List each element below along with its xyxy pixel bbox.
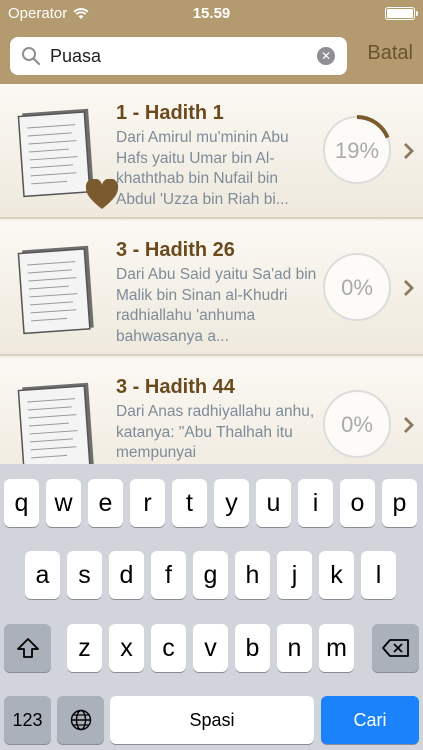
result-description: Dari Anas radhiyallahu anhu, katanya: "A…: [116, 403, 315, 461]
key-q[interactable]: q: [4, 479, 39, 527]
key-a[interactable]: a: [25, 551, 60, 599]
globe-key[interactable]: [57, 696, 104, 744]
space-key[interactable]: Spasi: [110, 696, 314, 744]
globe-icon: [70, 709, 91, 731]
status-bar: Operator 15.59: [0, 0, 423, 28]
key-k[interactable]: k: [319, 551, 354, 599]
shift-icon: [16, 638, 39, 658]
result-description: Dari Amirul mu'minin Abu Hafs yaitu Umar…: [116, 129, 289, 208]
key-h[interactable]: h: [235, 551, 270, 599]
progress-label: 0%: [341, 275, 373, 300]
key-r[interactable]: r: [130, 479, 165, 527]
key-d[interactable]: d: [109, 551, 144, 599]
backspace-key[interactable]: [372, 624, 419, 672]
keyboard: q w e r t y u i o p a s d f g h j k l z …: [0, 464, 423, 750]
key-p[interactable]: p: [382, 479, 417, 527]
key-f[interactable]: f: [151, 551, 186, 599]
shift-key[interactable]: [4, 624, 51, 672]
key-c[interactable]: c: [151, 624, 186, 672]
numbers-key[interactable]: 123: [4, 696, 51, 744]
progress-ring: 0%: [323, 390, 391, 458]
backspace-icon: [381, 639, 409, 657]
result-title: 3 - Hadith 44: [116, 376, 235, 398]
key-u[interactable]: u: [256, 479, 291, 527]
key-i[interactable]: i: [298, 479, 333, 527]
results-list: 1 - Hadith 1 Dari Amirul mu'minin Abu Ha…: [0, 84, 423, 464]
key-g[interactable]: g: [193, 551, 228, 599]
result-row[interactable]: 1 - Hadith 1 Dari Amirul mu'minin Abu Ha…: [0, 84, 423, 219]
key-s[interactable]: s: [67, 551, 102, 599]
key-t[interactable]: t: [172, 479, 207, 527]
key-l[interactable]: l: [361, 551, 396, 599]
result-title: 1 - Hadith 1: [116, 102, 224, 124]
key-n[interactable]: n: [277, 624, 312, 672]
key-z[interactable]: z: [67, 624, 102, 672]
key-x[interactable]: x: [109, 624, 144, 672]
progress-label: 0%: [341, 412, 373, 437]
document-thumbnail: [17, 382, 94, 464]
result-description: Dari Abu Said yaitu Sa'ad bin Malik bin …: [116, 266, 317, 345]
progress-label: 19%: [335, 138, 379, 163]
chevron-right-icon: [404, 417, 414, 433]
search-input[interactable]: [50, 45, 310, 67]
key-o[interactable]: o: [340, 479, 375, 527]
key-w[interactable]: w: [46, 479, 81, 527]
search-bar[interactable]: ✕: [10, 37, 347, 75]
document-thumbnail: [17, 245, 94, 335]
search-icon: [22, 47, 41, 66]
result-row[interactable]: 3 - Hadith 26 Dari Abu Said yaitu Sa'ad …: [0, 221, 423, 356]
result-row[interactable]: 3 - Hadith 44 Dari Anas radhiyallahu anh…: [0, 358, 423, 464]
progress-ring: 0%: [323, 253, 391, 321]
key-v[interactable]: v: [193, 624, 228, 672]
heart-icon[interactable]: [84, 179, 120, 211]
clear-search-icon[interactable]: ✕: [317, 47, 335, 65]
chevron-right-icon: [404, 143, 414, 159]
result-title: 3 - Hadith 26: [116, 239, 235, 261]
key-j[interactable]: j: [277, 551, 312, 599]
search-return-key[interactable]: Cari: [321, 696, 419, 744]
status-time: 15.59: [192, 5, 231, 22]
search-header: ✕ Batal: [0, 28, 423, 84]
progress-ring: 19%: [323, 115, 391, 184]
key-y[interactable]: y: [214, 479, 249, 527]
cancel-button[interactable]: Batal: [367, 42, 413, 65]
key-b[interactable]: b: [235, 624, 270, 672]
key-m[interactable]: m: [319, 624, 354, 672]
battery-icon: [385, 7, 418, 20]
key-e[interactable]: e: [88, 479, 123, 527]
chevron-right-icon: [404, 280, 414, 296]
